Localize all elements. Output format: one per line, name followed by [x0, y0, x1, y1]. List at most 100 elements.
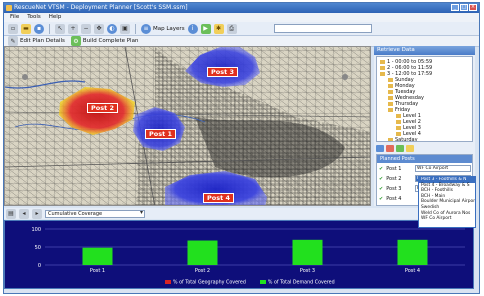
forward-icon[interactable]: ▸ — [32, 208, 42, 219]
menu-tools[interactable]: Tools — [27, 13, 41, 22]
folder-icon — [396, 131, 401, 136]
map-marker-icon — [342, 74, 348, 80]
menu-file[interactable]: File — [10, 13, 19, 22]
toolbar-divider — [135, 23, 136, 34]
planned-post-row[interactable]: ✔ Post 4 — [379, 196, 401, 202]
minimize-button[interactable]: _ — [451, 4, 459, 11]
tree-node[interactable]: Saturday — [388, 137, 418, 142]
bar-demand — [187, 240, 218, 265]
coverage-select[interactable]: Cumulative Coverage — [45, 209, 145, 218]
toolbar-divider — [49, 23, 50, 34]
post-name: Post 4 — [386, 196, 402, 202]
time-tree[interactable]: 1 - 00:00 to 05:59 2 - 06:00 to 11:59 3 - … — [376, 56, 473, 142]
bar-demand — [397, 239, 428, 265]
legend-item-geography: % of Total Geography Covered — [165, 280, 246, 286]
pan-icon[interactable]: ✥ — [94, 23, 104, 34]
title-bar: RescueNet VTSM - Deployment Planner [Sco… — [4, 3, 479, 13]
folder-icon — [396, 113, 401, 118]
menu-help[interactable]: Help — [49, 13, 62, 22]
planned-post-row[interactable]: ✔ Post 2 — [379, 176, 401, 182]
save-icon[interactable]: ▪ — [34, 23, 44, 34]
planned-post-row[interactable]: ✔ Post 1 — [379, 166, 401, 172]
legend-swatch — [259, 280, 266, 284]
tree-node-label: Saturday — [395, 137, 418, 142]
back-icon[interactable]: ◂ — [19, 208, 29, 219]
legend-label: % of Total Demand Covered — [267, 280, 335, 286]
post-dropdown-list[interactable]: Post 3 - Foothills & N Post 4 - Broadway … — [418, 176, 476, 228]
edit-icon: ✎ — [8, 36, 18, 46]
map-view[interactable]: Post 3 Post 2 Post 1 Post 4 — [4, 46, 371, 206]
search-input[interactable] — [274, 24, 372, 33]
print-icon[interactable]: ⎙ — [226, 23, 237, 34]
star-icon[interactable] — [406, 145, 414, 152]
x-tick-label: Post 4 — [405, 268, 420, 274]
post-4-label[interactable]: Post 4 — [203, 193, 234, 203]
post-3-label[interactable]: Post 3 — [207, 67, 238, 77]
map-canvas — [5, 47, 370, 205]
folder-icon — [388, 101, 393, 106]
close-button[interactable]: × — [469, 4, 477, 11]
check-icon: ✔ — [379, 186, 384, 192]
app-icon — [6, 5, 12, 11]
folder-icon — [388, 83, 393, 88]
retrieve-data-title: Retrieve Data — [377, 47, 415, 53]
retrieve-data-header: Retrieve Data — [374, 46, 475, 55]
x-tick-label: Post 2 — [195, 268, 210, 274]
info-icon[interactable]: i — [187, 23, 198, 34]
pointer-icon[interactable]: ↖ — [55, 23, 65, 34]
folder-icon — [396, 119, 401, 124]
edit-plan-button[interactable]: ✎ Edit Plan Details — [8, 36, 65, 46]
folder-icon — [388, 107, 393, 112]
y-tick-label: 0 — [38, 263, 41, 269]
chart-legend: % of Total Geography Covered % of Total … — [165, 280, 335, 286]
chart-icon[interactable]: ▤ — [6, 208, 16, 219]
run-icon[interactable]: ▶ — [200, 23, 211, 34]
post-name: Post 1 — [386, 166, 402, 172]
legend-swatch — [165, 280, 171, 284]
build-icon: ⚙ — [70, 36, 81, 46]
window-controls: _ □ × — [451, 4, 477, 11]
folder-icon — [388, 95, 393, 100]
extent-icon[interactable]: ▣ — [120, 23, 130, 34]
post-assignment-select[interactable]: WF Co Airport — [415, 165, 471, 172]
main-toolbar: ▫ ▬ ▪ ↖ + − ✥ ◐ ▣ ≡ Map Layers i ▶ ✱ ⎙ — [4, 22, 479, 36]
folder-icon — [388, 89, 393, 94]
map-layers-label: Map Layers — [153, 25, 185, 32]
add-icon[interactable] — [376, 145, 384, 152]
folder-icon — [388, 77, 393, 82]
new-file-icon[interactable]: ▫ — [8, 23, 18, 34]
side-toolbar — [376, 144, 473, 153]
y-tick-label: 50 — [35, 245, 41, 251]
edit-plan-label: Edit Plan Details — [20, 38, 65, 44]
map-layers-button[interactable]: ≡ Map Layers — [141, 23, 185, 34]
build-plan-label: Build Complete Plan — [82, 38, 139, 44]
open-folder-icon[interactable]: ▬ — [21, 23, 31, 34]
zoom-out-icon[interactable]: − — [81, 23, 91, 34]
planned-post-row[interactable]: ✔ Post 3 — [379, 186, 401, 192]
settings-icon[interactable]: ✱ — [213, 23, 224, 34]
build-plan-button[interactable]: ⚙ Build Complete Plan — [70, 36, 139, 46]
folder-icon — [380, 59, 385, 64]
planned-posts-header: Planned Posts — [377, 155, 472, 163]
check-icon: ✔ — [379, 176, 384, 182]
post-2-label[interactable]: Post 2 — [87, 103, 118, 113]
check-icon: ✔ — [379, 166, 384, 172]
globe-icon[interactable]: ◐ — [107, 23, 117, 34]
bar-demand — [82, 247, 113, 265]
folder-icon — [388, 137, 393, 141]
delete-icon[interactable] — [386, 145, 394, 152]
post-1-label[interactable]: Post 1 — [145, 129, 176, 139]
chart-toolbar: ▤ ◂ ▸ Cumulative Coverage — [4, 208, 474, 219]
bar-demand — [292, 239, 323, 265]
legend-label: % of Total Geography Covered — [173, 280, 246, 286]
layers-icon: ≡ — [141, 23, 151, 34]
zoom-in-icon[interactable]: + — [68, 23, 78, 34]
x-tick-label: Post 1 — [90, 268, 105, 274]
check-icon: ✔ — [379, 196, 384, 202]
y-tick-label: 100 — [31, 227, 41, 233]
maximize-button[interactable]: □ — [460, 4, 468, 11]
refresh-icon[interactable] — [396, 145, 404, 152]
legend-item-demand: % of Total Demand Covered — [259, 280, 335, 286]
post-name: Post 3 — [386, 186, 402, 192]
dropdown-option[interactable]: WF Co Airport — [419, 216, 475, 222]
